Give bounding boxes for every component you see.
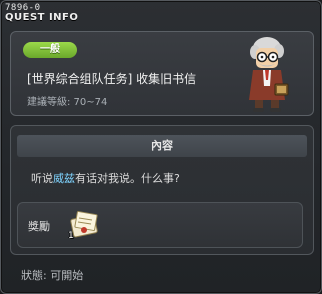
quest-category-badge: 一般 — [23, 42, 77, 58]
quest-info-window: 7896-0 QUEST INFO 一般 [世界综合组队任务] 收集旧书信 建議… — [0, 0, 322, 294]
reward-label: 獎勵 — [28, 220, 50, 233]
reward-count: 1 — [68, 231, 74, 241]
content-header: 內容 — [17, 135, 307, 157]
reward-box: 獎勵 1 — [17, 202, 303, 248]
quest-name: [世界综合组队任务] 收集旧书信 — [27, 72, 197, 86]
quest-description: 听说威兹有话对我说。什么事? — [31, 170, 180, 186]
quest-status: 狀態: 可開始 — [21, 269, 84, 282]
description-suffix: 有话对我说。什么事? — [75, 172, 180, 185]
quest-summary-panel: 一般 [世界综合组队任务] 收集旧书信 建議等級: 70~74 — [10, 31, 314, 116]
recommended-level: 建議等級: 70~74 — [27, 97, 108, 108]
npc-portrait-icon — [249, 37, 289, 112]
npc-name-link[interactable]: 威兹 — [53, 172, 75, 185]
window-title: QUEST INFO — [5, 12, 79, 23]
quest-content-panel: 內容 听说威兹有话对我说。什么事? 獎勵 1 — [10, 125, 314, 255]
description-prefix: 听说 — [31, 172, 53, 185]
